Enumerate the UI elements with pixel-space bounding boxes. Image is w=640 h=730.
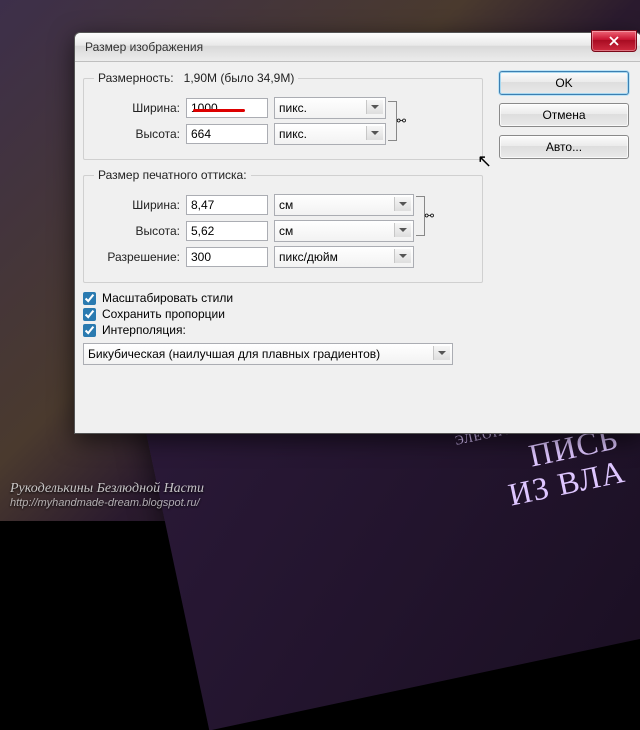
scale-styles-checkbox[interactable] [83, 292, 96, 305]
pixel-width-input[interactable]: 1000 [186, 98, 268, 118]
doc-height-label: Высота: [94, 224, 180, 238]
pixel-width-unit-select[interactable]: пикс. [274, 97, 386, 119]
pixel-height-unit-select[interactable]: пикс. [274, 123, 386, 145]
close-icon [609, 36, 619, 46]
document-size-legend: Размер печатного оттиска: [94, 168, 251, 182]
constrain-proportions-checkbox[interactable] [83, 308, 96, 321]
doc-height-input[interactable]: 5,62 [186, 221, 268, 241]
chevron-down-icon [366, 126, 383, 140]
pixel-constrain-bracket: ⚯ [388, 101, 397, 141]
chevron-down-icon [394, 223, 411, 237]
pixel-size-info: 1,90M (было 34,9M) [184, 71, 295, 85]
dialog-title: Размер изображения [85, 40, 203, 54]
pixel-height-label: Высота: [94, 127, 180, 141]
watermark: Рукоделькины Безлюдной Насти http://myha… [10, 481, 204, 509]
chevron-down-icon [433, 346, 450, 360]
titlebar[interactable]: Размер изображения [75, 33, 640, 62]
resolution-label: Разрешение: [94, 250, 180, 264]
close-button[interactable] [591, 30, 637, 52]
chevron-down-icon [394, 197, 411, 211]
resolution-unit-select[interactable]: пикс/дюйм [274, 246, 414, 268]
doc-width-unit-select[interactable]: см [274, 194, 414, 216]
resample-checkbox[interactable] [83, 324, 96, 337]
pixel-height-input[interactable]: 664 [186, 124, 268, 144]
pixel-width-label: Ширина: [94, 101, 180, 115]
chevron-down-icon [366, 100, 383, 114]
link-icon: ⚯ [397, 115, 406, 128]
ok-button[interactable]: OK [499, 71, 629, 95]
watermark-line1: Рукоделькины Безлюдной Насти [10, 481, 204, 497]
constrain-proportions-label: Сохранить пропорции [102, 307, 225, 321]
resolution-input[interactable]: 300 [186, 247, 268, 267]
doc-width-label: Ширина: [94, 198, 180, 212]
document-size-group: Размер печатного оттиска: Ширина: 8,47 с… [83, 168, 483, 283]
resample-method-select[interactable]: Бикубическая (наилучшая для плавных град… [83, 343, 453, 365]
auto-button[interactable]: Авто... [499, 135, 629, 159]
chevron-down-icon [394, 249, 411, 263]
link-icon: ⚯ [425, 210, 434, 223]
watermark-line2: http://myhandmade-dream.blogspot.ru/ [10, 497, 204, 509]
cancel-button[interactable]: Отмена [499, 103, 629, 127]
pixel-legend-prefix: Размерность: [98, 71, 174, 85]
doc-height-unit-select[interactable]: см [274, 220, 414, 242]
doc-width-input[interactable]: 8,47 [186, 195, 268, 215]
resample-label: Интерполяция: [102, 323, 186, 337]
pixel-dimensions-group: Размерность: 1,90M (было 34,9M) Ширина: … [83, 71, 483, 160]
doc-constrain-bracket: ⚯ [416, 196, 425, 236]
scale-styles-label: Масштабировать стили [102, 291, 233, 305]
image-size-dialog: Размер изображения OK Отмена Авто... Раз… [74, 32, 640, 434]
